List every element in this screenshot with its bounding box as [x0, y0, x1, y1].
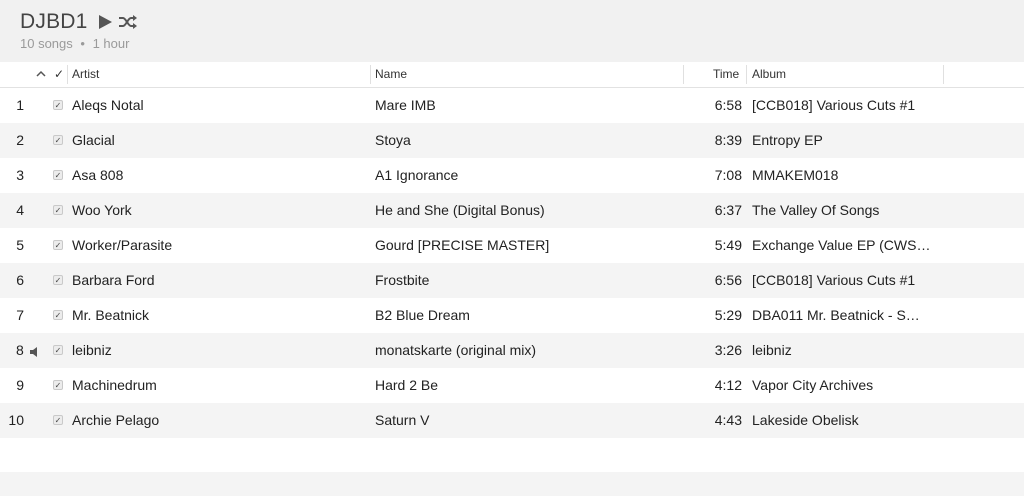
album-cell: Lakeside Obelisk [752, 412, 859, 428]
name-cell: Stoya [375, 132, 411, 148]
title-row: DJBD1 [20, 10, 138, 34]
checkbox[interactable]: ✓ [53, 275, 63, 285]
track-number: 10 [8, 412, 24, 428]
album-cell: [CCB018] Various Cuts #1 [752, 272, 916, 288]
name-cell: monatskarte (original mix) [375, 342, 537, 358]
table-row-now-playing[interactable]: 8 ✓ leibniz monatskarte (original mix) 3… [0, 333, 1024, 368]
name-cell: A1 Ignorance [375, 167, 459, 183]
album-cell: DBA011 Mr. Beatnick - S… [752, 307, 920, 323]
album-cell: Exchange Value EP (CWS… [752, 237, 931, 253]
column-divider[interactable] [746, 65, 747, 84]
column-divider[interactable] [370, 65, 371, 84]
table-row[interactable]: 7 ✓ Mr. Beatnick B2 Blue Dream 5:29 DBA0… [0, 298, 1024, 333]
playlist-duration: 1 hour [92, 36, 130, 51]
shuffle-icon[interactable] [118, 13, 138, 31]
artist-cell: Barbara Ford [72, 272, 155, 288]
album-cell: MMAKEM018 [752, 167, 839, 183]
artist-cell: Worker/Parasite [72, 237, 173, 253]
track-number: 1 [16, 97, 24, 113]
time-cell: 8:39 [714, 132, 742, 148]
track-number: 9 [16, 377, 24, 393]
empty-row [0, 472, 1024, 496]
column-header-time[interactable]: Time [713, 62, 739, 87]
track-number: 7 [16, 307, 24, 323]
song-table: ✓ Artist Name Time Album 1 ✓ Aleqs Notal… [0, 62, 1024, 496]
table-body: 1 ✓ Aleqs Notal Mare IMB 6:58 [CCB018] V… [0, 88, 1024, 438]
time-cell: 4:12 [714, 377, 742, 393]
time-cell: 5:29 [714, 307, 742, 323]
checkbox[interactable]: ✓ [53, 345, 63, 355]
album-cell: [CCB018] Various Cuts #1 [752, 97, 916, 113]
table-header: ✓ Artist Name Time Album [0, 62, 1024, 88]
table-row[interactable]: 2 ✓ Glacial Stoya 8:39 Entropy EP [0, 123, 1024, 158]
time-cell: 4:43 [714, 412, 742, 428]
artist-cell: Mr. Beatnick [72, 307, 150, 323]
checkbox[interactable]: ✓ [53, 100, 63, 110]
column-divider[interactable] [943, 65, 944, 84]
album-cell: Vapor City Archives [752, 377, 874, 393]
name-cell: Hard 2 Be [375, 377, 439, 393]
sort-ascending-icon[interactable] [36, 62, 46, 87]
time-cell: 6:37 [714, 202, 742, 218]
artist-cell: Asa 808 [72, 167, 124, 183]
checkbox[interactable]: ✓ [53, 380, 63, 390]
name-cell: Mare IMB [375, 97, 436, 113]
checkbox[interactable]: ✓ [53, 240, 63, 250]
play-icon[interactable] [96, 13, 114, 31]
time-cell: 6:58 [714, 97, 742, 113]
playlist-meta: 10 songs • 1 hour [20, 36, 129, 51]
column-divider[interactable] [683, 65, 684, 84]
time-cell: 5:49 [714, 237, 742, 253]
speaker-icon [29, 345, 41, 357]
artist-cell: Machinedrum [72, 377, 157, 393]
time-cell: 7:08 [714, 167, 742, 183]
artist-cell: Woo York [72, 202, 132, 218]
checkmark-column-header[interactable]: ✓ [54, 62, 64, 87]
time-cell: 6:56 [714, 272, 742, 288]
playlist-title[interactable]: DJBD1 [20, 10, 88, 34]
meta-separator: • [80, 36, 85, 51]
checkbox[interactable]: ✓ [53, 415, 63, 425]
column-header-album[interactable]: Album [752, 62, 786, 87]
track-number: 5 [16, 237, 24, 253]
album-cell: The Valley Of Songs [752, 202, 880, 218]
column-header-artist[interactable]: Artist [72, 62, 99, 87]
checkbox[interactable]: ✓ [53, 310, 63, 320]
name-cell: Gourd [PRECISE MASTER] [375, 237, 550, 253]
checkbox[interactable]: ✓ [53, 170, 63, 180]
time-cell: 3:26 [714, 342, 742, 358]
name-cell: He and She (Digital Bonus) [375, 202, 545, 218]
name-cell: Frostbite [375, 272, 430, 288]
table-row[interactable]: 9 ✓ Machinedrum Hard 2 Be 4:12 Vapor Cit… [0, 368, 1024, 403]
table-row[interactable]: 3 ✓ Asa 808 A1 Ignorance 7:08 MMAKEM018 [0, 158, 1024, 193]
checkbox[interactable]: ✓ [53, 205, 63, 215]
table-row[interactable]: 5 ✓ Worker/Parasite Gourd [PRECISE MASTE… [0, 228, 1024, 263]
artist-cell: leibniz [72, 342, 112, 358]
name-cell: Saturn V [375, 412, 430, 428]
track-number: 2 [16, 132, 24, 148]
column-divider[interactable] [67, 65, 68, 84]
track-number: 3 [16, 167, 24, 183]
table-row[interactable]: 1 ✓ Aleqs Notal Mare IMB 6:58 [CCB018] V… [0, 88, 1024, 123]
track-number: 6 [16, 272, 24, 288]
artist-cell: Archie Pelago [72, 412, 160, 428]
artist-cell: Aleqs Notal [72, 97, 144, 113]
column-header-name[interactable]: Name [375, 62, 407, 87]
song-count: 10 songs [20, 36, 73, 51]
album-cell: Entropy EP [752, 132, 823, 148]
table-row[interactable]: 4 ✓ Woo York He and She (Digital Bonus) … [0, 193, 1024, 228]
name-cell: B2 Blue Dream [375, 307, 470, 323]
table-row[interactable]: 10 ✓ Archie Pelago Saturn V 4:43 Lakesid… [0, 403, 1024, 438]
table-row[interactable]: 6 ✓ Barbara Ford Frostbite 6:56 [CCB018]… [0, 263, 1024, 298]
playlist-header: DJBD1 10 songs • 1 hour [0, 0, 1024, 62]
album-cell: leibniz [752, 342, 792, 358]
track-number: 4 [16, 202, 24, 218]
artist-cell: Glacial [72, 132, 115, 148]
checkbox[interactable]: ✓ [53, 135, 63, 145]
